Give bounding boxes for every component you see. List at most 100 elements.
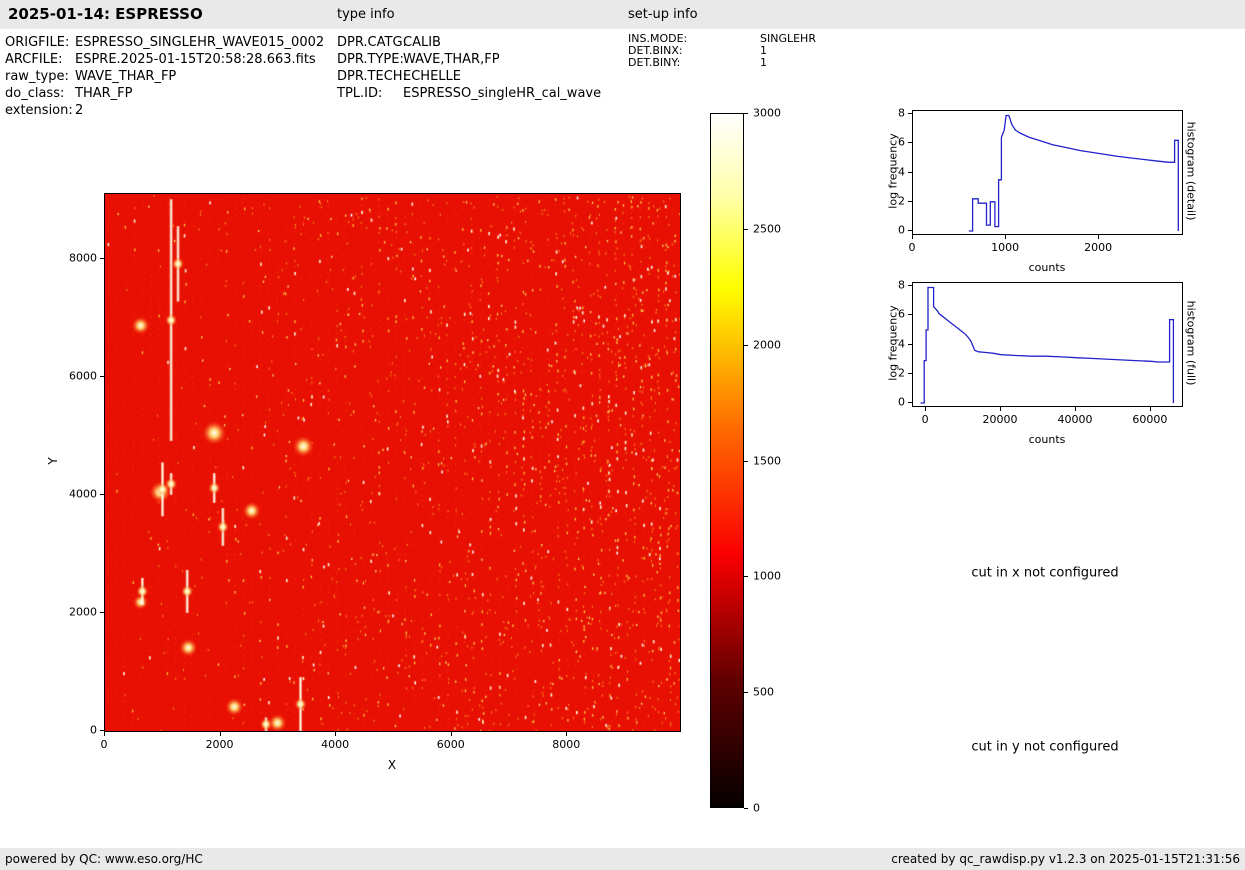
metadata-label: DET.BINY:	[628, 57, 760, 69]
tick-mark	[744, 461, 748, 462]
tick-label: 6000	[69, 369, 97, 382]
tick-label: 2000	[753, 338, 781, 351]
detector-image	[105, 194, 680, 731]
tick-label: 3000	[753, 107, 781, 120]
tick-mark	[908, 113, 912, 114]
tick-mark	[908, 402, 912, 403]
tick-mark	[744, 229, 748, 230]
tick-label: 2000	[1084, 241, 1112, 254]
tick-mark	[908, 344, 912, 345]
tick-label: 0	[90, 724, 97, 737]
tick-mark	[744, 576, 748, 577]
tick-label: 0	[101, 738, 108, 751]
tick-label: 4000	[69, 487, 97, 500]
tick-mark	[908, 373, 912, 374]
metadata-row: DET.BINY:1	[628, 57, 816, 69]
metadata-column-setup: INS.MODE:SINGLEHRDET.BINX:1DET.BINY:1	[628, 33, 816, 69]
metadata-label: raw_type:	[5, 68, 75, 85]
page-title: 2025-01-14: ESPRESSO	[8, 0, 203, 29]
tick-label: 6	[898, 308, 905, 321]
tick-mark	[100, 376, 104, 377]
footer-created-by: created by qc_rawdisp.py v1.2.3 on 2025-…	[891, 848, 1240, 870]
tick-mark	[912, 235, 913, 239]
metadata-row: DPR.CATG:CALIB	[337, 34, 601, 51]
metadata-value: ESPRE.2025-01-15T20:58:28.663.fits	[75, 51, 316, 68]
metadata-value: SINGLEHR	[760, 33, 816, 45]
tick-mark	[908, 285, 912, 286]
metadata-row: raw_type:WAVE_THAR_FP	[5, 68, 324, 85]
histogram-line	[921, 288, 1174, 404]
tick-mark	[1098, 235, 1099, 239]
tick-label: 1000	[753, 570, 781, 583]
tick-label: 0	[898, 396, 905, 409]
tick-label: 6000	[437, 738, 465, 751]
metadata-value: ESPRESSO_SINGLEHR_WAVE015_0002	[75, 34, 324, 51]
metadata-value: CALIB	[403, 34, 441, 51]
tick-mark	[908, 201, 912, 202]
type-info-heading: type info	[337, 0, 395, 29]
metadata-row: DPR.TYPE:WAVE,THAR,FP	[337, 51, 601, 68]
metadata-row: ARCFILE:ESPRE.2025-01-15T20:58:28.663.fi…	[5, 51, 324, 68]
tick-label: 2000	[206, 738, 234, 751]
tick-label: 8	[898, 107, 905, 120]
tick-label: 0	[909, 241, 916, 254]
metadata-value: ECHELLE	[403, 68, 461, 85]
histogram-detail-canvas	[913, 111, 1182, 234]
tick-label: 2000	[69, 605, 97, 618]
histogram-detail-xlabel: counts	[1029, 261, 1066, 274]
tick-label: 1000	[991, 241, 1019, 254]
histogram-line	[969, 116, 1179, 232]
tick-label: 0	[898, 224, 905, 237]
tick-mark	[744, 692, 748, 693]
tick-label: 4	[898, 165, 905, 178]
setup-info-heading: set-up info	[628, 0, 698, 29]
tick-mark	[220, 732, 221, 736]
tick-mark	[100, 730, 104, 731]
tick-label: 8000	[552, 738, 580, 751]
tick-label: 40000	[1057, 413, 1092, 426]
histogram-detail-title: histogram (detail)	[1185, 122, 1198, 221]
detector-image-plot	[104, 193, 681, 732]
tick-mark	[908, 172, 912, 173]
metadata-row: do_class:THAR_FP	[5, 85, 324, 102]
histogram-full-title: histogram (full)	[1185, 301, 1198, 386]
tick-label: 6	[898, 136, 905, 149]
metadata-value: WAVE_THAR_FP	[75, 68, 176, 85]
metadata-row: TPL.ID:ESPRESSO_singleHR_cal_wave	[337, 85, 601, 102]
tick-mark	[908, 314, 912, 315]
metadata-label: TPL.ID:	[337, 85, 403, 102]
metadata-label: DPR.TYPE:	[337, 51, 403, 68]
tick-label: 2500	[753, 222, 781, 235]
tick-label: 8	[898, 279, 905, 292]
tick-mark	[104, 732, 105, 736]
metadata-label: DPR.TECH:	[337, 68, 403, 85]
tick-label: 0	[753, 802, 760, 815]
tick-label: 1500	[753, 454, 781, 467]
cut-y-note: cut in y not configured	[971, 740, 1118, 755]
tick-mark	[1000, 407, 1001, 411]
y-axis-label: Y	[46, 457, 60, 464]
tick-label: 4000	[321, 738, 349, 751]
histogram-full-xlabel: counts	[1029, 433, 1066, 446]
tick-mark	[100, 494, 104, 495]
tick-label: 20000	[983, 413, 1018, 426]
tick-mark	[566, 732, 567, 736]
tick-label: 60000	[1132, 413, 1167, 426]
metadata-value: THAR_FP	[75, 85, 132, 102]
tick-mark	[335, 732, 336, 736]
tick-label: 2	[898, 366, 905, 379]
tick-label: 4	[898, 337, 905, 350]
footer-powered-by: powered by QC: www.eso.org/HC	[5, 848, 203, 870]
tick-mark	[1075, 407, 1076, 411]
tick-mark	[908, 142, 912, 143]
histogram-full-plot	[912, 282, 1183, 407]
metadata-label: DPR.CATG:	[337, 34, 403, 51]
tick-mark	[744, 808, 748, 809]
metadata-row: extension:2	[5, 102, 324, 119]
metadata-column-file: ORIGFILE:ESPRESSO_SINGLEHR_WAVE015_0002A…	[5, 34, 324, 119]
metadata-column-type: DPR.CATG:CALIBDPR.TYPE:WAVE,THAR,FPDPR.T…	[337, 34, 601, 102]
metadata-value: 1	[760, 57, 767, 69]
metadata-row: DPR.TECH:ECHELLE	[337, 68, 601, 85]
tick-label: 2	[898, 194, 905, 207]
qc-report-page: 2025-01-14: ESPRESSO type info set-up in…	[0, 0, 1245, 870]
